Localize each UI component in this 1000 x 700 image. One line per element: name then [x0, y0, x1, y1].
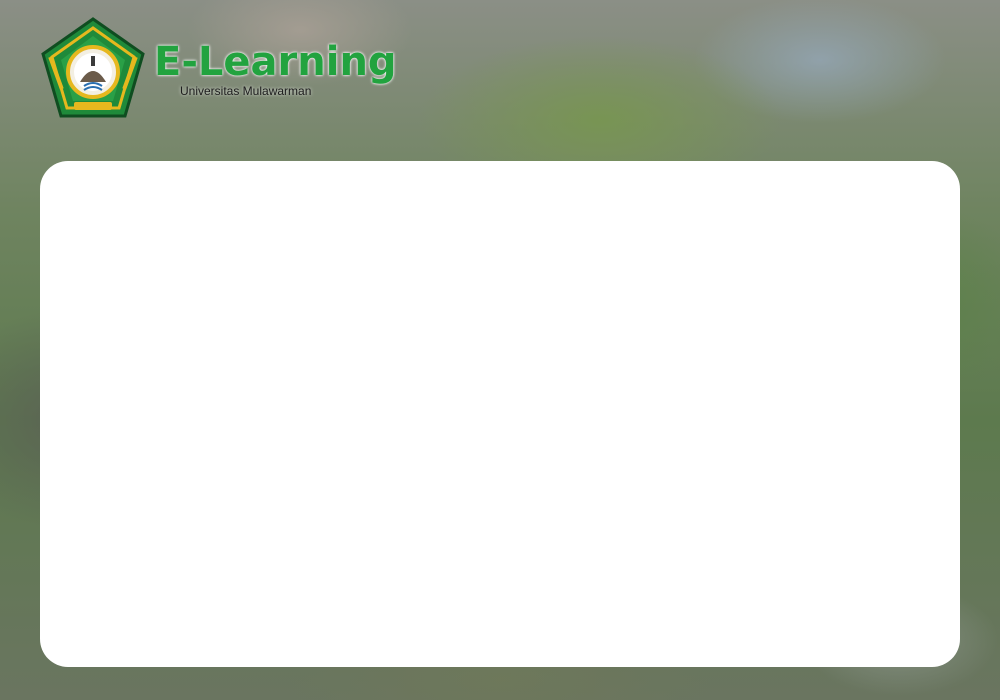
site-subtitle: Universitas Mulawarman: [180, 84, 312, 98]
site-title[interactable]: E-Learning: [154, 38, 397, 86]
university-emblem-icon[interactable]: [40, 16, 146, 120]
content-card: [40, 161, 960, 667]
brand-block: E-Learning Universitas Mulawarman: [154, 38, 397, 98]
site-header: E-Learning Universitas Mulawarman: [40, 16, 397, 120]
